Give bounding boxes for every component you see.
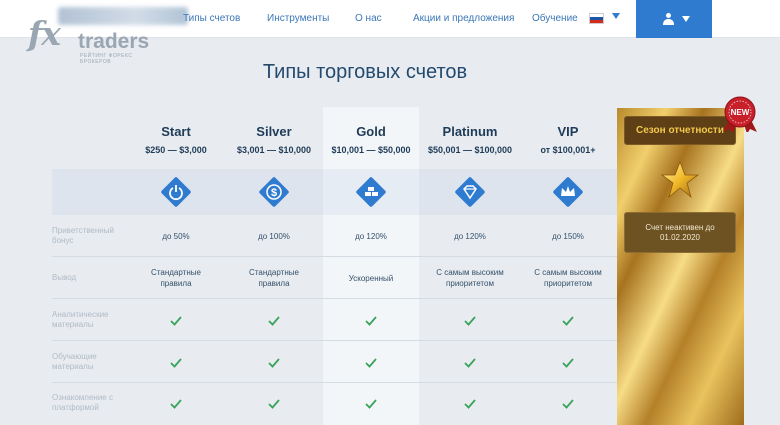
check-icon bbox=[322, 355, 420, 373]
new-badge-text: NEW bbox=[731, 108, 750, 117]
account-range: $250 — $3,000 bbox=[145, 145, 207, 155]
dollar-icon: $ bbox=[258, 176, 290, 208]
account-name: Start bbox=[161, 124, 191, 139]
account-inactive-notice: Счет неактивен до 01.02.2020 bbox=[624, 212, 736, 253]
cell-withdrawal-platinum: С самым высоким приоритетом bbox=[436, 268, 504, 288]
nav-account-types[interactable]: Типы счетов bbox=[183, 13, 240, 24]
russian-flag-icon[interactable] bbox=[589, 13, 604, 24]
user-icon bbox=[663, 13, 674, 25]
row-label-platform: Ознакомление с платформой bbox=[52, 393, 113, 412]
logo-traders-text: traders bbox=[78, 30, 150, 53]
cell-withdrawal-silver: Стандартные правила bbox=[249, 268, 299, 288]
nav-education[interactable]: Обучение bbox=[532, 13, 578, 24]
row-label-withdrawal: Вывод bbox=[52, 273, 77, 282]
check-icon bbox=[225, 355, 323, 373]
account-range: $3,001 — $10,000 bbox=[236, 145, 312, 155]
star-icon bbox=[660, 160, 700, 199]
account-header-gold: Gold $10,001 — $50,000 bbox=[322, 124, 420, 155]
page-title: Типы торговых счетов bbox=[262, 61, 468, 83]
row-divider bbox=[52, 340, 618, 341]
check-icon bbox=[127, 355, 225, 373]
row-label-analytics: Аналитические материалы bbox=[52, 310, 109, 329]
logo-fx-text: fx bbox=[28, 14, 61, 53]
account-range: от $100,001+ bbox=[540, 145, 596, 155]
account-range: $10,001 — $50,000 bbox=[331, 145, 411, 155]
cell-bonus-platinum: до 120% bbox=[454, 232, 486, 241]
power-icon bbox=[160, 176, 192, 208]
check-icon bbox=[519, 396, 617, 414]
account-header-silver: Silver $3,001 — $10,000 bbox=[225, 124, 323, 155]
language-chevron-down-icon[interactable] bbox=[612, 13, 620, 19]
diamond-icon bbox=[454, 176, 486, 208]
svg-text:$: $ bbox=[271, 187, 277, 199]
check-icon bbox=[421, 313, 519, 331]
inactive-status-text: Счет неактивен до bbox=[645, 223, 715, 232]
check-icon bbox=[225, 313, 323, 331]
check-icon bbox=[421, 355, 519, 373]
cell-bonus-gold: до 120% bbox=[355, 232, 387, 241]
crown-icon bbox=[552, 176, 584, 208]
user-menu-button[interactable] bbox=[636, 0, 712, 38]
account-header-start: Start $250 — $3,000 bbox=[127, 124, 225, 155]
row-divider bbox=[52, 256, 618, 257]
account-name: Gold bbox=[356, 124, 386, 139]
row-label-bonus: Приветственный бонус bbox=[52, 226, 114, 245]
row-divider bbox=[52, 298, 618, 299]
check-icon bbox=[322, 396, 420, 414]
cell-bonus-vip: до 150% bbox=[552, 232, 584, 241]
cell-withdrawal-start: Стандартные правила bbox=[151, 268, 201, 288]
check-icon bbox=[519, 355, 617, 373]
account-header-platinum: Platinum $50,001 — $100,000 bbox=[421, 124, 519, 155]
cell-bonus-silver: до 100% bbox=[258, 232, 290, 241]
check-icon bbox=[322, 313, 420, 331]
nav-instruments[interactable]: Инструменты bbox=[267, 13, 329, 24]
top-header: fx traders РЕЙТИНГ ФОРЕКС БРОКЕРОВ Типы … bbox=[0, 0, 780, 65]
inactive-date-text: 01.02.2020 bbox=[659, 233, 701, 242]
user-chevron-down-icon bbox=[682, 16, 690, 22]
check-icon bbox=[127, 313, 225, 331]
account-name: Platinum bbox=[442, 124, 498, 139]
check-icon bbox=[421, 396, 519, 414]
cell-bonus-start: до 50% bbox=[162, 232, 190, 241]
check-icon bbox=[127, 396, 225, 414]
gold-bars-icon bbox=[355, 176, 387, 208]
new-badge-icon: NEW bbox=[723, 96, 757, 132]
nav-about[interactable]: О нас bbox=[355, 13, 382, 24]
row-label-education: Обучающие материалы bbox=[52, 352, 97, 371]
account-name: VIP bbox=[557, 124, 579, 139]
row-divider bbox=[52, 382, 618, 383]
account-range: $50,001 — $100,000 bbox=[427, 145, 513, 155]
site-logo[interactable]: fx traders РЕЙТИНГ ФОРЕКС БРОКЕРОВ bbox=[28, 4, 188, 65]
nav-promotions[interactable]: Акции и предложения bbox=[413, 13, 514, 24]
account-header-vip: VIP от $100,001+ bbox=[519, 124, 617, 155]
account-name: Silver bbox=[256, 124, 292, 139]
cell-withdrawal-gold: Ускоренный bbox=[348, 274, 394, 283]
cell-withdrawal-vip: С самым высоким приоритетом bbox=[534, 268, 602, 288]
check-icon bbox=[519, 313, 617, 331]
season-promo-panel bbox=[617, 108, 744, 425]
logo-blurred-banner bbox=[58, 7, 188, 25]
check-icon bbox=[225, 396, 323, 414]
